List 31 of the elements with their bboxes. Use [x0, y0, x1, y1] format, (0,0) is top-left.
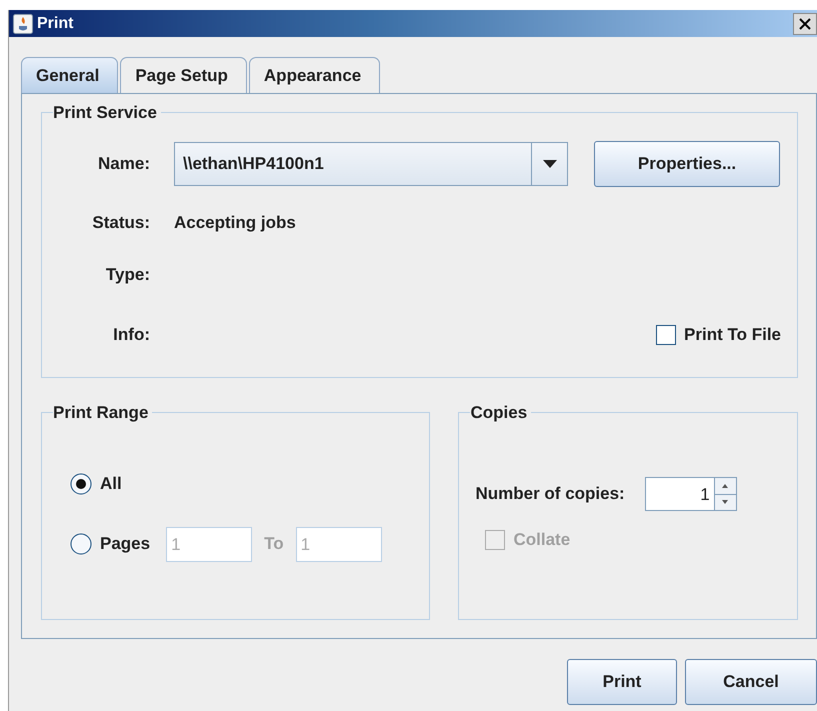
copies-spinner[interactable]: 1 — [644, 477, 737, 511]
app-icon — [13, 14, 33, 34]
group-title: Print Service — [53, 104, 161, 121]
group-title: Copies — [470, 404, 532, 421]
caret-icon — [542, 160, 556, 168]
window-title: Print — [37, 14, 74, 34]
field-label: Name: — [97, 153, 150, 176]
checkbox-label: Collate — [513, 529, 570, 551]
tab[interactable]: Appearance — [248, 57, 380, 93]
field-label: Info: — [112, 324, 150, 346]
checkbox[interactable] — [656, 325, 676, 345]
field-label: Type: — [104, 264, 150, 286]
down-arrow-icon[interactable] — [722, 500, 728, 504]
close-button[interactable] — [793, 12, 817, 34]
printer-dropdown[interactable]: \\ethan\HP4100n1 — [174, 142, 568, 186]
group-title: Print Range — [53, 404, 152, 421]
field-label: Number of copies: — [475, 483, 625, 506]
up-arrow-icon[interactable] — [722, 484, 728, 488]
radio-label: All — [100, 473, 122, 495]
close-icon — [799, 18, 811, 30]
tab[interactable]: Page Setup — [120, 57, 247, 93]
field-label: To — [264, 533, 284, 556]
checkbox-label: Print To File — [684, 324, 781, 346]
properties-button[interactable]: Properties... — [594, 141, 780, 187]
dialog-button[interactable]: Print — [567, 659, 677, 705]
field-value: Accepting jobs — [174, 212, 296, 234]
radio-label: Pages — [100, 533, 150, 556]
dialog-button[interactable]: Cancel — [685, 659, 817, 705]
radio-button[interactable] — [70, 472, 92, 495]
field-label: Status: — [91, 212, 150, 234]
tab[interactable]: General — [21, 57, 118, 93]
